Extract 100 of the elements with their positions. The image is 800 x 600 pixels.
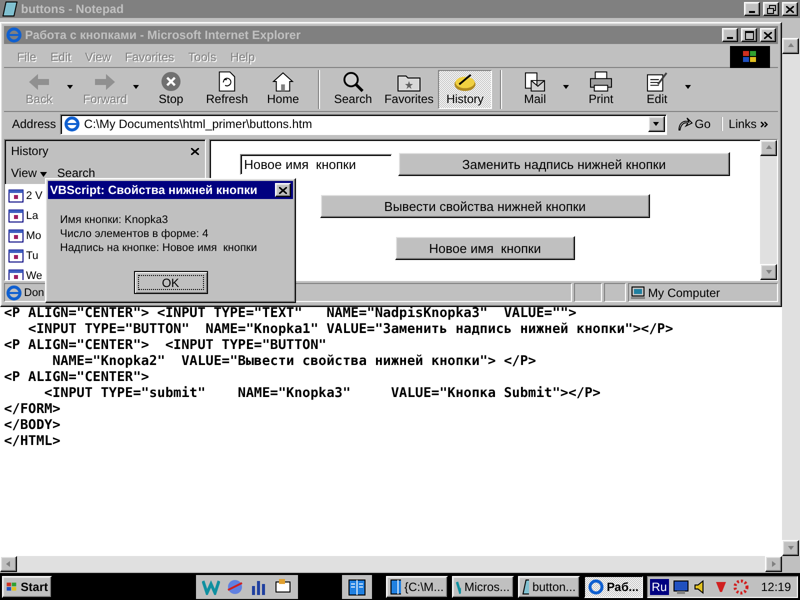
close-button[interactable] bbox=[782, 2, 798, 16]
history-item[interactable]: Tu bbox=[26, 250, 38, 262]
text-field[interactable]: Новое имя кнопки bbox=[240, 154, 392, 174]
code-line: <INPUT TYPE="BUTTON" NAME="Knopka1" VALUE="Заменить надпись нижней кнопки"></P> bbox=[27, 322, 674, 338]
notepad-icon bbox=[522, 578, 530, 594]
taskbar-button[interactable]: button... bbox=[518, 576, 580, 598]
toolbar-button[interactable]: Favorites bbox=[382, 70, 436, 109]
code-line: </BODY> bbox=[4, 418, 62, 434]
desktop-icon[interactable] bbox=[274, 578, 292, 596]
form-button[interactable]: Вывести свойства нижней кнопки bbox=[320, 194, 650, 218]
calendar-icon bbox=[8, 249, 24, 263]
close-icon bbox=[786, 6, 794, 12]
scroll-down-button[interactable] bbox=[760, 264, 777, 280]
code-line: <INPUT TYPE="submit" NAME="Knopka3" VALUE="Кнопка Submit"></P> bbox=[43, 386, 602, 402]
scroll-up-button[interactable] bbox=[782, 38, 799, 54]
taskbar-button[interactable]: {C:\M... bbox=[386, 576, 448, 598]
scroll-left-button[interactable] bbox=[0, 556, 17, 572]
scroll-down-button[interactable] bbox=[782, 540, 799, 556]
code-line: <P ALIGN="CENTER"> <INPUT TYPE="BUTTON" bbox=[4, 338, 328, 354]
status-cell bbox=[574, 283, 602, 302]
zone-indicator: My Computer bbox=[628, 283, 778, 302]
notepad-pencil-icon bbox=[645, 71, 669, 92]
history-item[interactable]: We bbox=[26, 270, 42, 280]
computer-icon bbox=[630, 286, 646, 300]
calendar-icon bbox=[8, 209, 24, 223]
code-line: </FORM> bbox=[4, 402, 62, 418]
caret-icon bbox=[40, 172, 48, 177]
house-icon bbox=[271, 71, 295, 92]
minimize-button[interactable] bbox=[722, 28, 738, 42]
start-button[interactable]: Start bbox=[2, 576, 52, 598]
minimize-button[interactable] bbox=[744, 2, 760, 16]
search-button[interactable]: Search bbox=[57, 166, 96, 180]
view-menu[interactable]: View bbox=[11, 166, 48, 180]
history-item[interactable]: Mo bbox=[26, 230, 42, 242]
close-icon bbox=[191, 148, 199, 154]
arrow-down-icon bbox=[764, 268, 772, 276]
status-cell bbox=[604, 283, 626, 302]
toolbar-button[interactable]: Refresh bbox=[200, 70, 254, 109]
monitor-icon bbox=[672, 578, 689, 594]
close-icon bbox=[764, 32, 772, 38]
close-button[interactable] bbox=[275, 183, 291, 197]
scroll-right-button[interactable] bbox=[765, 556, 782, 572]
toolbar-button[interactable]: Mail bbox=[508, 70, 572, 109]
toolbar-button[interactable]: Edit bbox=[630, 70, 694, 109]
close-button[interactable] bbox=[760, 28, 776, 42]
mail-icon bbox=[523, 71, 547, 92]
history-item[interactable]: La bbox=[26, 210, 38, 222]
code-line: <P ALIGN="CENTER"> <INPUT TYPE="TEXT" NAME="NadpisKnopka3" VALUE=""> bbox=[4, 306, 578, 322]
scroll-up-button[interactable] bbox=[760, 140, 777, 156]
sundial-icon bbox=[453, 71, 477, 92]
notepad-icon bbox=[2, 1, 18, 17]
back-arrow-icon bbox=[27, 72, 51, 92]
address-label: Address bbox=[12, 117, 56, 131]
search-icon bbox=[341, 71, 365, 92]
toolbar-button[interactable]: Search bbox=[326, 70, 380, 109]
arrow-right-icon bbox=[770, 560, 778, 568]
toolbar-button[interactable]: History bbox=[438, 70, 492, 109]
ie-icon bbox=[6, 27, 22, 43]
status-text: Don bbox=[24, 286, 44, 298]
code-line: NAME="Knopka2" VALUE="Вывести свойства нижней кнопки"> </P> bbox=[51, 354, 538, 370]
book-icon[interactable] bbox=[348, 578, 366, 596]
code-line: <P ALIGN="CENTER"> bbox=[4, 370, 150, 386]
ok-button[interactable]: OK bbox=[134, 271, 208, 294]
links-button[interactable]: Links bbox=[720, 117, 774, 131]
ie-icon bbox=[588, 578, 604, 594]
code-line: </HTML> bbox=[4, 434, 62, 450]
windows-flag-icon bbox=[6, 580, 18, 594]
message-text: Имя кнопки: Knopka3 bbox=[60, 213, 169, 227]
globe-icon[interactable] bbox=[226, 578, 244, 596]
refresh-icon bbox=[218, 71, 236, 92]
maximize-icon bbox=[744, 30, 754, 40]
close-icon bbox=[279, 186, 287, 194]
form-button[interactable]: Новое имя кнопки bbox=[395, 236, 575, 260]
arrow-down-icon bbox=[786, 544, 794, 552]
page-icon bbox=[6, 284, 22, 300]
toolbar-button[interactable]: Home bbox=[256, 70, 310, 109]
taskbar-button[interactable]: Micros... bbox=[452, 576, 514, 598]
arrow-up-icon bbox=[764, 144, 772, 152]
chevron-icon bbox=[760, 121, 768, 128]
toolbar-button[interactable]: Print bbox=[574, 70, 628, 109]
page-icon bbox=[64, 116, 80, 132]
taskbar-button[interactable]: Раб... bbox=[584, 576, 643, 598]
message-text: Надпись на кнопке: Новое имя кнопки bbox=[60, 241, 258, 255]
arrow-icon bbox=[676, 117, 693, 131]
windows-flag-icon bbox=[742, 50, 758, 64]
maximize-button[interactable] bbox=[741, 28, 757, 42]
panel-title: History bbox=[11, 144, 48, 158]
arrow-left-icon bbox=[4, 560, 12, 568]
go-button[interactable]: Go bbox=[670, 117, 717, 131]
history-item[interactable]: 2 V bbox=[26, 190, 43, 202]
form-button[interactable]: Заменить надпись нижней кнопки bbox=[398, 152, 730, 176]
address-field[interactable]: C:\My Documents\html_primer\buttons.htm bbox=[60, 114, 667, 134]
window-title: Работа с кнопками - Microsoft Internet Explorer bbox=[25, 28, 302, 42]
arrow-up-icon bbox=[786, 42, 794, 50]
forward-arrow-icon bbox=[93, 72, 117, 92]
dropdown-button[interactable] bbox=[648, 116, 665, 132]
toolbar-button[interactable]: Stop bbox=[144, 70, 198, 109]
restore-button[interactable] bbox=[763, 2, 779, 16]
language-indicator[interactable]: Ru bbox=[650, 578, 669, 594]
clock: 12:19 bbox=[760, 580, 791, 594]
